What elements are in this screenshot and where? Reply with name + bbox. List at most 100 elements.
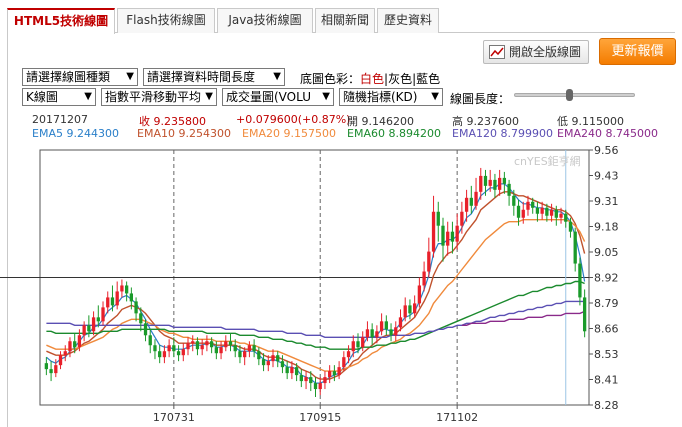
candle-body [488,179,492,186]
candle-body [497,177,502,190]
chart-candles [44,167,587,398]
candle-body [49,369,53,374]
ema5-label: EMA5 [32,127,63,140]
candle-body [389,329,393,336]
candle-body [294,367,299,376]
candle-body [54,365,58,374]
candle-body [479,175,483,192]
chart-axes: 9.56 9.43 9.31 9.18 9.05 8.92 8.79 8.66 8.53 8.41… [153,144,619,424]
dropdown-arrow-icon: ▼ [431,91,439,102]
time-range-select-value: 請選擇資料時間長度 [147,70,256,84]
tab-bar: HTML5技術線圖 Flash技術線圖 Java技術線圖 相關新聞 歷史資料 [7,8,675,34]
candle-body [129,293,134,302]
tab-history[interactable]: 歷史資料 [377,8,439,33]
candle-body [219,347,223,354]
candle-body [139,313,143,324]
candle-body [413,303,417,314]
candle-body [502,177,507,184]
candle-body [101,307,105,322]
quote-change: +0.079600(+0.87%) [236,113,351,126]
candle-body [568,221,573,232]
volume-select[interactable]: 成交量圖(VOLU ▼ [222,88,334,106]
candle-body [91,317,96,332]
candle-body [120,285,124,292]
chart-icon [489,45,505,59]
candle-body [318,383,322,390]
candle-body [554,209,558,218]
chart-length-slider[interactable] [514,89,635,101]
candle-body [441,225,445,246]
candle-body [521,209,525,218]
chart-type-select[interactable]: 請選擇線圖種類 ▼ [22,68,138,86]
refresh-quote-button[interactable]: 更新報價 [599,38,676,65]
open-full-chart-label: 開啟全版線圖 [509,45,582,59]
tab-news[interactable]: 相關新聞 [315,8,375,33]
candle-body [549,209,554,216]
candle-body [143,323,148,336]
candle-body [58,355,63,366]
tab-flash-chart[interactable]: Flash技術線圖 [117,8,215,33]
candle-body [460,211,464,226]
candle-body [82,325,86,336]
dropdown-arrow-icon: ▼ [84,91,92,102]
candle-body [427,251,431,272]
x-tick-label: 170731 [153,411,195,424]
candle-body [526,201,530,210]
candle-body [233,345,237,352]
y-tick-label: 8.41 [594,374,619,387]
candle-body [535,207,540,214]
candle-body [209,341,214,348]
candle-body [181,349,185,356]
ema20-readout: EMA20 9.157500 [242,127,336,140]
slider-track[interactable] [514,93,635,97]
kline-select[interactable]: K線圖 ▼ [22,88,96,106]
candle-body [176,351,181,356]
candle-body [106,297,110,308]
candle-body [304,377,308,382]
candle-body [384,321,388,330]
tab-html5-chart[interactable]: HTML5技術線圖 [7,8,115,34]
slider-thumb[interactable] [566,89,573,101]
candle-body [507,183,511,196]
ema10-label: EMA10 [137,127,175,140]
time-range-select[interactable]: 請選擇資料時間長度 ▼ [143,68,285,86]
candle-body [346,351,351,358]
candle-body [323,377,327,384]
candle-body [431,211,436,252]
candle-body [68,341,72,352]
y-tick-label: 9.43 [594,170,619,183]
y-tick-label: 8.28 [594,399,619,412]
ema60-readout: EMA60 8.894200 [347,127,441,140]
candle-body [375,331,379,338]
indicator-select[interactable]: 隨機指標(KD) ▼ [339,88,443,106]
ema120-readout: EMA120 8.799900 [452,127,553,140]
candle-body [469,197,473,206]
ema-select[interactable]: 指數平滑移動平均 ▼ [101,88,217,106]
kline-select-value: K線圖 [26,90,58,104]
candlestick-chart[interactable]: 9.56 9.43 9.31 9.18 9.05 8.92 8.79 8.66 8.53 8.41… [0,140,682,427]
candle-body [342,357,346,368]
quote-date: 20171207 [32,113,88,126]
open-full-chart-button[interactable]: 開啟全版線圖 [483,40,589,64]
candle-body [531,201,535,208]
candle-body [252,345,256,352]
candle-body [191,341,195,344]
candle-body [356,341,360,348]
candle-body [422,271,426,286]
candle-body [247,345,252,352]
candle-body [309,377,313,384]
candle-body [328,371,332,378]
bg-color-white[interactable]: 白色 [360,72,384,86]
dropdown-arrow-icon: ▼ [205,91,213,102]
ema5-value: 9.244300 [66,127,119,140]
candle-body [261,359,266,366]
tab-java-chart[interactable]: Java技術線圖 [217,8,313,33]
ema10-value: 9.254300 [178,127,231,140]
bg-color-blue[interactable]: 藍色 [416,72,440,86]
candle-body [582,297,587,332]
y-tick-label: 8.79 [594,297,619,310]
bg-color-gray[interactable]: 灰色 [388,72,412,86]
candle-body [408,305,412,314]
candle-body [332,371,337,376]
ema60-label: EMA60 [347,127,385,140]
